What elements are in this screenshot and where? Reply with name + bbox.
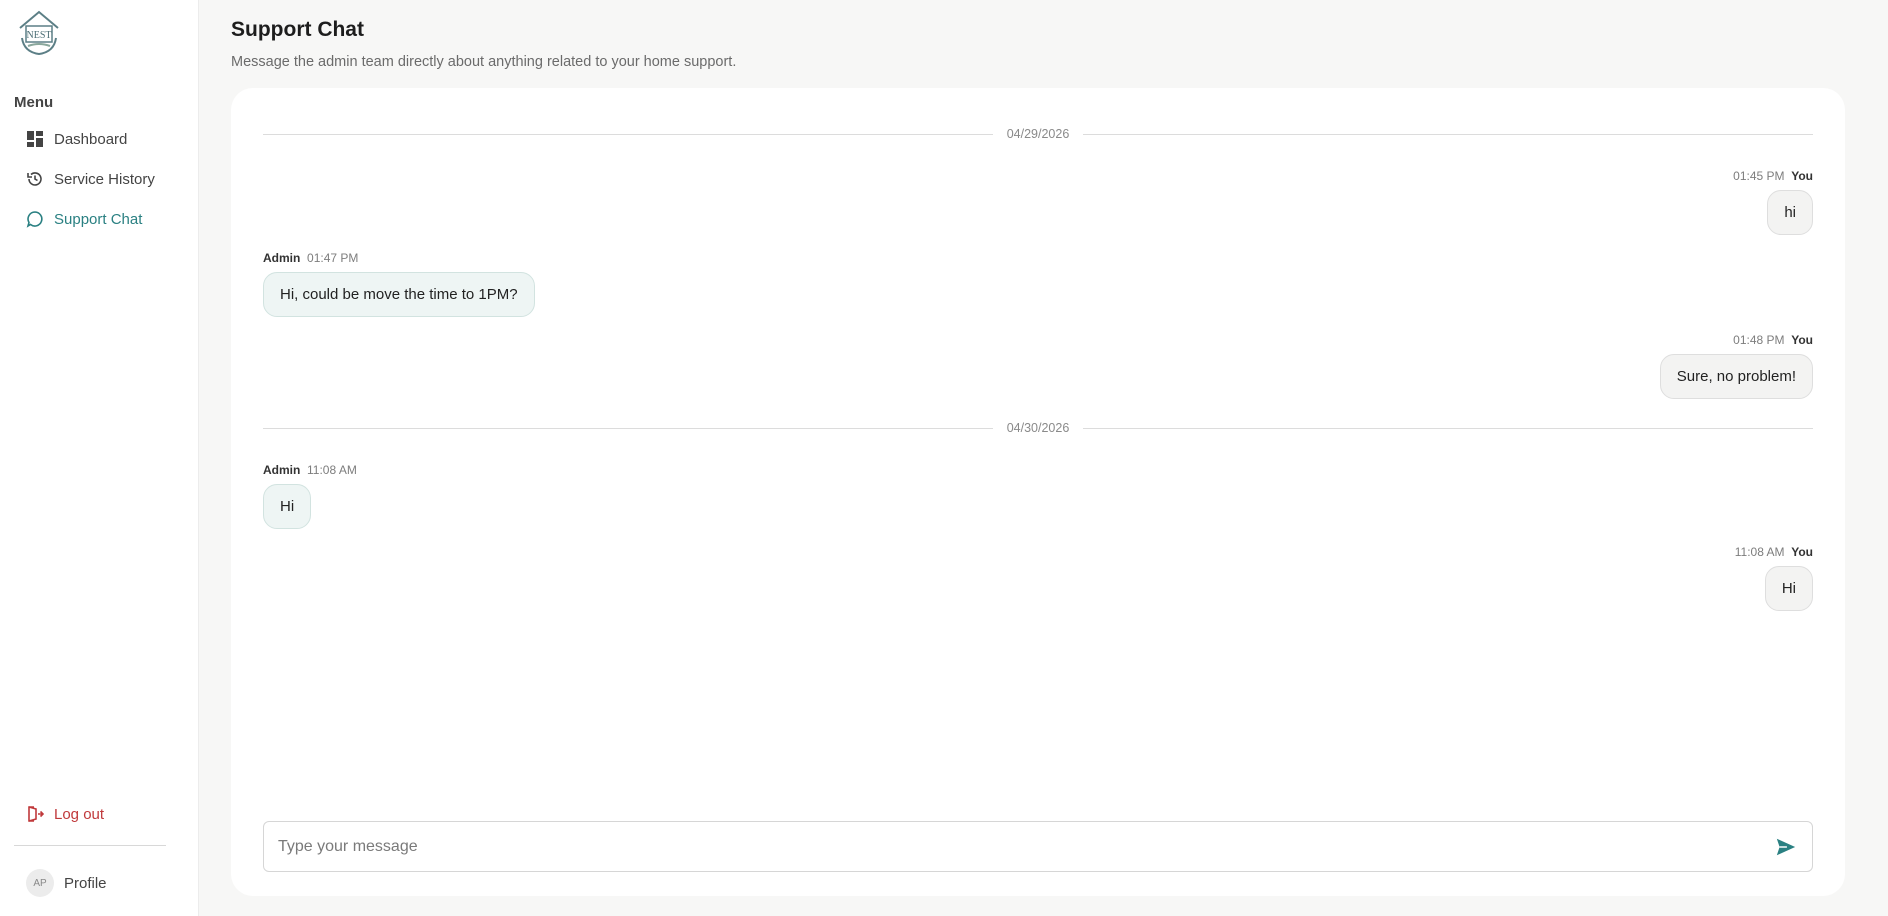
message-meta: Admin 11:08 AM	[263, 462, 357, 478]
sidebar-footer: Log out AP Profile	[14, 801, 166, 898]
page-title: Support Chat	[231, 18, 364, 41]
date-label: 04/29/2026	[1006, 127, 1070, 141]
logout-label: Log out	[54, 805, 105, 823]
message-time: 11:08 AM	[307, 463, 357, 477]
message-meta: 01:48 PM You	[1660, 332, 1813, 348]
sidebar-item-support-chat[interactable]: Support Chat	[14, 205, 184, 233]
nest-logo[interactable]: NEST	[14, 6, 64, 58]
message-outgoing: 11:08 AM You Hi	[1735, 544, 1813, 611]
message-time: 01:45 PM	[1733, 169, 1785, 183]
date-separator: 04/29/2026	[263, 127, 1813, 141]
message-meta: 11:08 AM You	[1735, 544, 1813, 560]
send-button[interactable]	[1774, 835, 1798, 859]
message-meta: 01:45 PM You	[1733, 168, 1813, 184]
message-bubble: Hi	[263, 484, 312, 529]
chat-bubble-icon	[26, 211, 43, 228]
sidebar-divider	[14, 845, 166, 846]
date-separator: 04/30/2026	[263, 421, 1813, 435]
separator-line	[1083, 133, 1813, 135]
sidebar-nav: Dashboard Service History Support Chat	[14, 125, 184, 233]
message-outgoing: 01:45 PM You hi	[1733, 168, 1813, 235]
logo-text: NEST	[27, 30, 52, 41]
message-time: 11:08 AM	[1734, 545, 1785, 559]
sidebar-item-label: Support Chat	[54, 210, 143, 228]
message-input[interactable]	[278, 837, 1774, 856]
date-label: 04/30/2026	[1006, 421, 1070, 435]
profile-label: Profile	[64, 874, 107, 892]
chat-thread[interactable]: 04/29/2026 01:45 PM You hi Admin 01:47 P…	[263, 116, 1813, 676]
message-composer	[263, 821, 1813, 872]
logout-icon	[28, 806, 44, 822]
separator-line	[263, 427, 993, 429]
app-root: NEST Menu Dashboard Service History Supp…	[0, 0, 1888, 916]
message-sender: You	[1791, 333, 1813, 347]
message-outgoing: 01:48 PM You Sure, no problem!	[1659, 332, 1813, 399]
message-bubble: hi	[1767, 190, 1813, 235]
send-icon	[1776, 838, 1796, 855]
message-bubble: Sure, no problem!	[1659, 354, 1813, 399]
separator-line	[263, 133, 993, 135]
message-sender: Admin	[263, 463, 301, 477]
message-bubble: Hi, could be move the time to 1PM?	[263, 272, 535, 317]
chat-card: 04/29/2026 01:45 PM You hi Admin 01:47 P…	[231, 88, 1845, 896]
message-bubble: Hi	[1764, 566, 1813, 611]
sidebar-item-dashboard[interactable]: Dashboard	[14, 125, 184, 153]
page-subtitle: Message the admin team directly about an…	[231, 54, 737, 70]
menu-title: Menu	[14, 94, 54, 111]
message-time: 01:47 PM	[307, 251, 359, 265]
dashboard-icon	[27, 131, 43, 147]
main-content: Support Chat Message the admin team dire…	[199, 0, 1888, 916]
message-time: 01:48 PM	[1733, 333, 1785, 347]
sidebar: NEST Menu Dashboard Service History Supp…	[0, 0, 199, 916]
message-sender: You	[1791, 545, 1813, 559]
profile-link[interactable]: AP Profile	[14, 868, 166, 898]
sidebar-item-service-history[interactable]: Service History	[14, 165, 184, 193]
message-meta: Admin 01:47 PM	[263, 250, 535, 266]
sidebar-item-label: Dashboard	[54, 130, 128, 148]
history-icon	[27, 172, 42, 186]
message-sender: You	[1791, 169, 1813, 183]
message-sender: Admin	[263, 251, 301, 265]
avatar: AP	[26, 869, 54, 897]
message-incoming: Admin 01:47 PM Hi, could be move the tim…	[263, 250, 535, 317]
logout-button[interactable]: Log out	[14, 801, 166, 827]
message-incoming: Admin 11:08 AM Hi	[263, 462, 357, 529]
sidebar-item-label: Service History	[54, 170, 155, 188]
separator-line	[1083, 427, 1813, 429]
